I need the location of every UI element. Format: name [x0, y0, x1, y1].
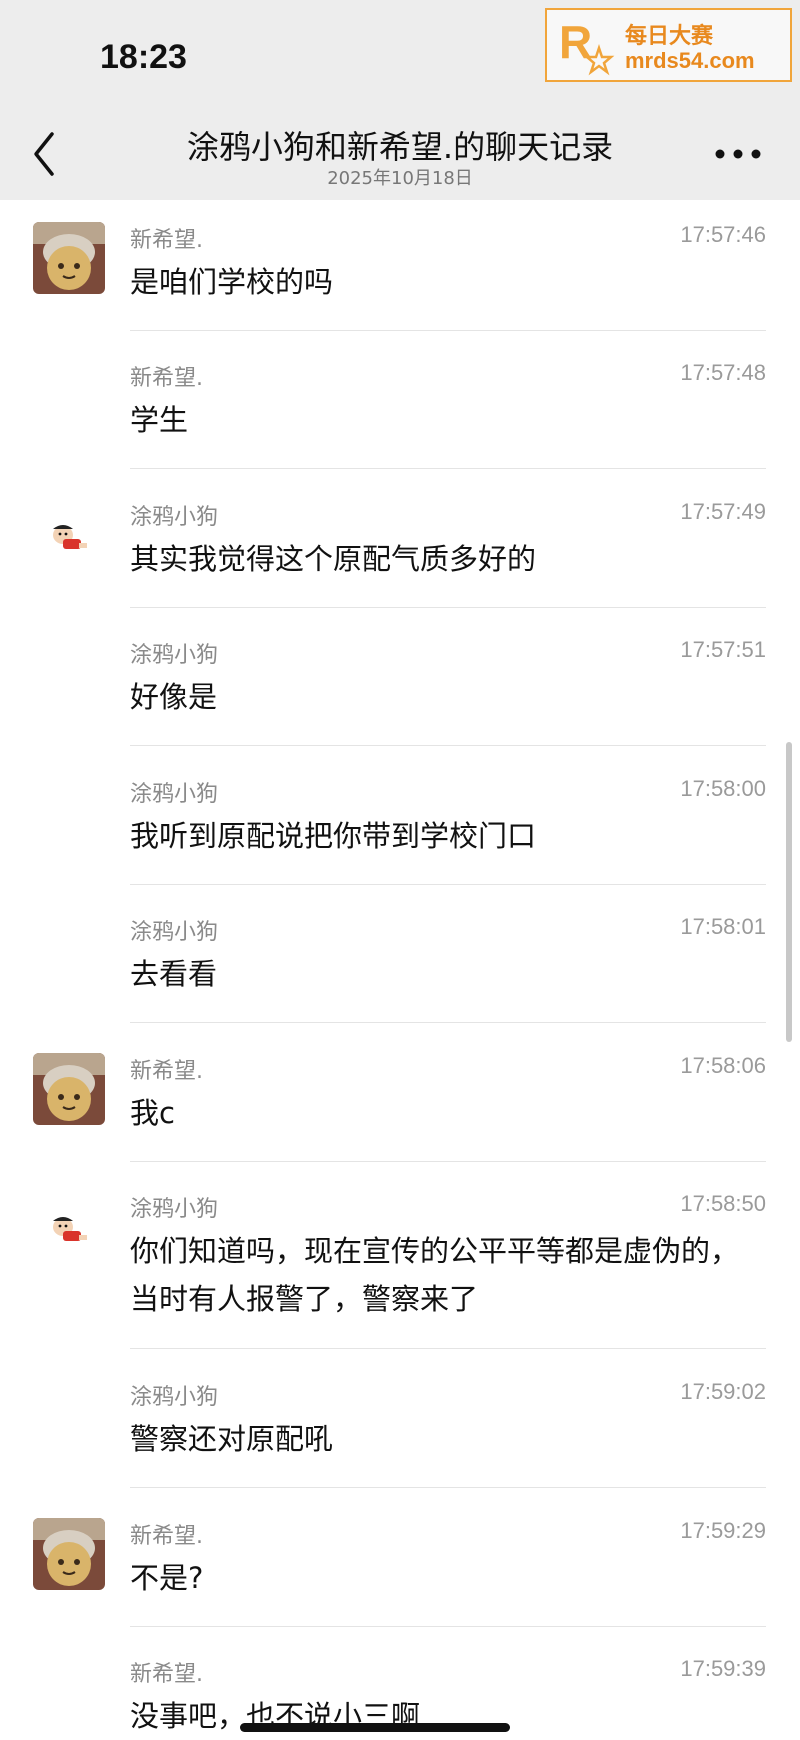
divider	[130, 1348, 766, 1349]
divider	[130, 745, 766, 746]
avatar-tuyaxiaogou[interactable]	[33, 1191, 105, 1263]
message-time: 17:57:46	[680, 222, 766, 247]
message-item: 涂鸦小狗 17:57:49 其实我觉得这个原配气质多好的	[0, 477, 800, 607]
divider	[130, 607, 766, 608]
watermark-logo-icon: R	[559, 16, 615, 76]
status-bar-time: 18:23	[100, 38, 187, 76]
avatar-xinxiwang[interactable]	[33, 1518, 105, 1590]
avatar-tuyaxiaogou[interactable]	[33, 499, 105, 571]
scrollbar[interactable]	[786, 742, 792, 1042]
divider	[130, 1487, 766, 1488]
message-time: 17:59:29	[680, 1518, 766, 1543]
message-item: 涂鸦小狗 17:59:02 警察还对原配吼	[0, 1357, 800, 1487]
plush-doll-avatar-icon	[33, 1518, 105, 1590]
message-item: 新希望. 17:59:39 没事吧，也不说小三啊	[0, 1634, 800, 1736]
message-text: 去看看	[130, 957, 218, 991]
plush-doll-avatar-icon	[33, 222, 105, 294]
divider	[130, 1161, 766, 1162]
message-text: 我c	[130, 1096, 175, 1130]
svg-text:R: R	[559, 16, 592, 68]
message-sender: 涂鸦小狗	[130, 1197, 219, 1222]
more-dots-icon	[715, 149, 761, 159]
message-time: 17:57:48	[680, 360, 766, 385]
divider	[130, 468, 766, 469]
message-time: 17:58:50	[680, 1191, 766, 1216]
divider	[130, 884, 766, 885]
message-text: 警察还对原配吼	[130, 1422, 334, 1456]
message-item: 涂鸦小狗 17:58:00 我听到原配说把你带到学校门口	[0, 754, 800, 884]
message-item: 新希望. 17:57:46 是咱们学校的吗	[0, 200, 800, 330]
message-sender: 新希望.	[130, 1524, 203, 1549]
message-sender: 涂鸦小狗	[130, 643, 219, 668]
message-sender: 新希望.	[130, 1662, 203, 1687]
chat-history-title: 涂鸦小狗和新希望.的聊天记录	[186, 128, 614, 166]
watermark-text-cn: 每日大赛	[625, 24, 714, 49]
message-time: 17:59:39	[680, 1656, 766, 1681]
divider	[130, 1022, 766, 1023]
plush-doll-avatar-icon	[33, 1053, 105, 1125]
cartoon-boy-avatar-icon	[33, 1191, 105, 1263]
message-item: 新希望. 17:57:48 学生	[0, 338, 800, 468]
message-text-visible: 没事吧，	[130, 1699, 247, 1733]
message-item: 涂鸦小狗 17:58:01 去看看	[0, 892, 800, 1022]
divider	[130, 330, 766, 331]
message-sender: 涂鸦小狗	[130, 505, 219, 530]
redacted-text: 也不说小三啊	[240, 1699, 511, 1733]
message-item: 新希望. 17:58:06 我c	[0, 1031, 800, 1161]
avatar-xinxiwang[interactable]	[33, 222, 105, 294]
message-text: 不是?	[130, 1561, 204, 1595]
message-sender: 涂鸦小狗	[130, 782, 219, 807]
chat-history-date: 2025年10月18日	[327, 168, 473, 189]
message-sender: 新希望.	[130, 366, 203, 391]
message-item: 涂鸦小狗 17:57:51 好像是	[0, 615, 800, 745]
message-text: 其实我觉得这个原配气质多好的	[130, 542, 537, 576]
divider	[130, 1626, 766, 1627]
message-time: 17:58:00	[680, 776, 766, 801]
message-sender: 新希望.	[130, 228, 203, 253]
message-item: 新希望. 17:59:29 不是?	[0, 1496, 800, 1626]
message-item: 涂鸦小狗 17:58:50 你们知道吗，现在宣传的公平平等都是虚伪的，当时有人报…	[0, 1169, 800, 1349]
watermark: R 每日大赛 mrds54.com	[545, 8, 792, 82]
message-text: 我听到原配说把你带到学校门口	[130, 819, 537, 853]
message-sender: 涂鸦小狗	[130, 1385, 219, 1410]
watermark-url: mrds54.com	[625, 48, 755, 73]
back-button[interactable]	[22, 122, 72, 182]
message-text: 你们知道吗，现在宣传的公平平等都是虚伪的，当时有人报警了，警察来了	[130, 1234, 740, 1316]
message-time: 17:58:06	[680, 1053, 766, 1078]
message-time: 17:57:51	[680, 637, 766, 662]
message-text: 学生	[130, 403, 189, 437]
message-text: 没事吧，也不说小三啊	[130, 1692, 760, 1740]
chevron-left-icon	[34, 132, 54, 176]
avatar-xinxiwang[interactable]	[33, 1053, 105, 1125]
message-time: 17:58:01	[680, 914, 766, 939]
message-text: 好像是	[130, 680, 218, 714]
message-sender: 新希望.	[130, 1059, 203, 1084]
redaction-strike-line	[240, 1723, 511, 1732]
message-text: 是咱们学校的吗	[130, 265, 334, 299]
more-button[interactable]	[708, 126, 768, 176]
message-sender: 涂鸦小狗	[130, 920, 219, 945]
message-time: 17:59:02	[680, 1379, 766, 1404]
cartoon-boy-avatar-icon	[33, 499, 105, 571]
message-time: 17:57:49	[680, 499, 766, 524]
